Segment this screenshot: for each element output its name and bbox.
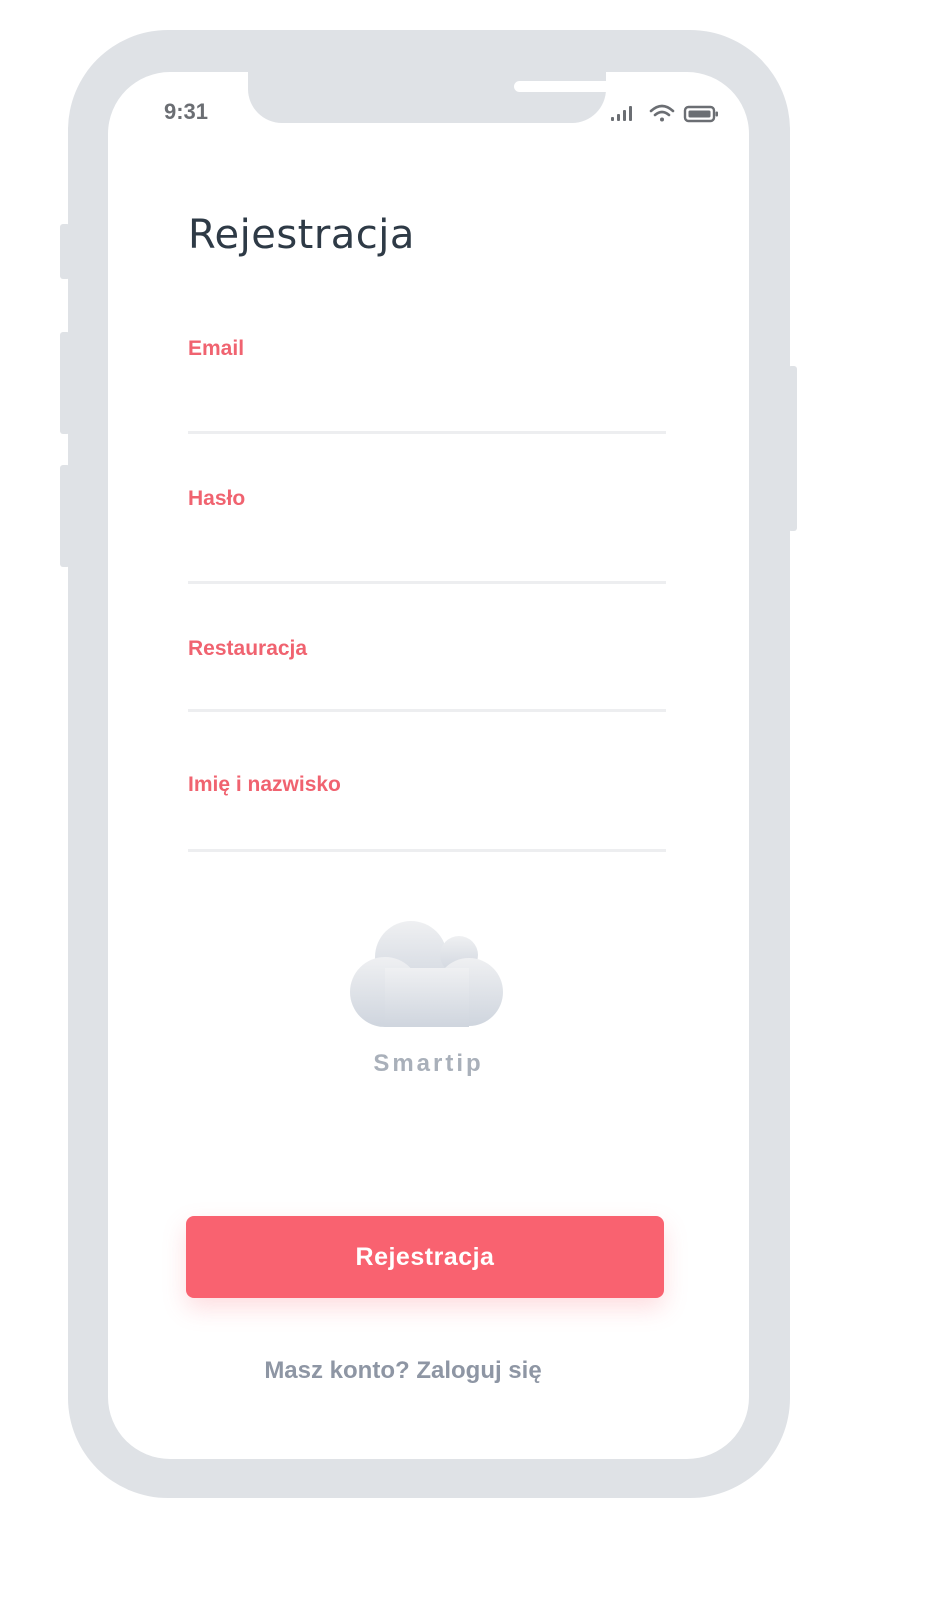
- email-label: Email: [188, 337, 245, 360]
- restaurant-label: Restauracja: [188, 637, 308, 660]
- full-name-underline: [188, 849, 666, 852]
- power-button: [788, 366, 797, 531]
- speaker-grille: [514, 81, 621, 92]
- password-label: Hasło: [188, 487, 246, 510]
- password-underline: [188, 581, 666, 584]
- page-title: Rejestracja: [188, 212, 415, 258]
- register-button[interactable]: Rejestracja: [186, 1216, 664, 1298]
- cloud-icon: [350, 921, 503, 1027]
- notch: [248, 72, 667, 123]
- email-field[interactable]: Email: [188, 337, 666, 437]
- full-name-field[interactable]: Imię i nazwisko: [188, 773, 666, 855]
- restaurant-underline: [188, 709, 666, 712]
- phone-screen: 9:31 Rejestracja Email Hasło Restauracja: [108, 72, 749, 1459]
- wifi-icon: [649, 104, 675, 122]
- volume-down-button: [60, 465, 70, 567]
- status-time: 9:31: [164, 99, 209, 124]
- battery-icon: [683, 105, 718, 123]
- email-underline: [188, 431, 666, 434]
- volume-up-button: [60, 332, 70, 434]
- status-icons: [611, 104, 718, 123]
- logo-wordmark: Smartip: [373, 1050, 484, 1077]
- full-name-label: Imię i nazwisko: [188, 773, 341, 796]
- front-camera: [640, 72, 667, 99]
- password-field[interactable]: Hasło: [188, 487, 666, 587]
- login-link[interactable]: Masz konto? Zaloguj się: [108, 1357, 698, 1385]
- restaurant-field[interactable]: Restauracja: [188, 637, 666, 717]
- signal-icon: [611, 106, 632, 121]
- mute-switch: [60, 224, 70, 279]
